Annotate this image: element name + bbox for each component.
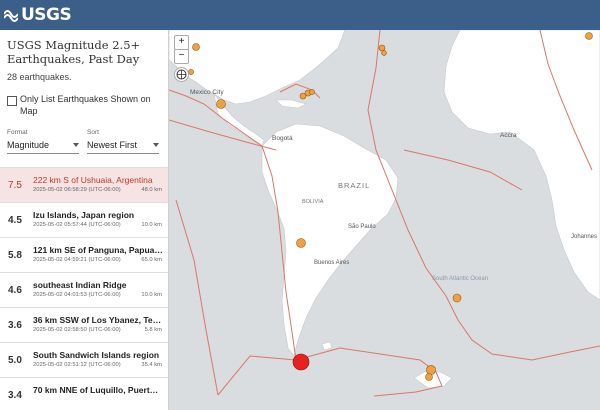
magnitude: 7.5 (8, 180, 22, 191)
earthquake-marker[interactable] (452, 293, 462, 303)
earthquake-row[interactable]: 5.0 South Sandwich Islands region 2025-0… (0, 343, 168, 378)
event-time: 2025-05-02 02:51:12 (UTC-06:00) (33, 362, 121, 368)
format-select[interactable]: Magnitude (7, 137, 79, 154)
magnitude: 5.8 (8, 250, 22, 261)
label-brazil: BRAZIL (338, 181, 370, 190)
app-header: USGS (0, 0, 600, 30)
sort-value: Newest First (87, 140, 138, 150)
earthquake-row[interactable]: 4.6 southeast Indian Ridge 2025-05-02 04… (0, 273, 168, 308)
magnitude: 3.6 (8, 320, 22, 331)
earthquake-row[interactable]: 3.4 70 km NNE of Luquillo, Puerto R… (0, 378, 168, 410)
label-sao-paulo: São Paulo (348, 224, 376, 230)
label-johannesburg: Johannes (571, 234, 597, 240)
only-list-label[interactable]: Only List Earthquakes Shown on Map (20, 93, 160, 117)
earthquake-marker[interactable] (425, 373, 433, 381)
chevron-down-icon (73, 143, 79, 147)
event-time: 2025-05-02 04:59:21 (UTC-06:00) (33, 257, 121, 263)
depth: 5.8 km (144, 327, 162, 333)
format-label: Format (7, 129, 28, 136)
zoom-out-button[interactable]: − (174, 49, 189, 64)
depth: 35.4 km (141, 362, 162, 368)
earthquake-marker[interactable] (192, 43, 200, 51)
location: 222 km S of Ushuaia, Argentina (33, 175, 153, 185)
earthquake-marker-major[interactable] (292, 353, 310, 371)
earthquake-marker[interactable] (381, 50, 387, 56)
earthquake-marker[interactable] (216, 99, 226, 109)
earthquake-marker[interactable] (296, 238, 306, 248)
only-list-checkbox[interactable] (7, 96, 17, 106)
location: Izu Islands, Japan region (33, 210, 135, 220)
magnitude: 5.0 (8, 355, 22, 366)
logo-text: USGS (21, 5, 72, 25)
label-bogota: Bogotá (272, 135, 293, 142)
magnitude: 4.5 (8, 215, 22, 226)
earthquake-marker[interactable] (426, 365, 436, 375)
event-time: 2025-05-02 02:58:50 (UTC-06:00) (33, 327, 121, 333)
page-title: USGS Magnitude 2.5+ Earthquakes, Past Da… (7, 38, 141, 66)
usgs-wave-icon (4, 10, 18, 22)
globe-icon-svg (176, 69, 187, 80)
magnitude: 4.6 (8, 285, 22, 296)
globe-icon[interactable] (174, 67, 189, 82)
location: South Sandwich Islands region (33, 350, 160, 360)
label-buenos-aires: Buenos Aires (314, 260, 349, 266)
location: southeast Indian Ridge (33, 280, 127, 290)
label-mexico-city: Mexico City (190, 89, 224, 96)
usgs-logo[interactable]: USGS (4, 4, 72, 26)
event-time: 2025-05-02 05:57:44 (UTC-06:00) (33, 222, 121, 228)
depth: 48.0 km (141, 187, 162, 193)
label-bolivia: BOLIVIA (302, 199, 324, 205)
sort-select[interactable]: Newest First (87, 137, 159, 154)
earthquake-marker[interactable] (188, 69, 194, 75)
earthquake-row[interactable]: 4.5 Izu Islands, Japan region 2025-05-02… (0, 203, 168, 238)
earthquake-list: 7.5 222 km S of Ushuaia, Argentina 2025-… (0, 167, 168, 410)
event-time: 2025-05-02 04:01:53 (UTC-06:00) (33, 292, 121, 298)
earthquake-row[interactable]: 5.8 121 km SE of Panguna, Papua … 2025-0… (0, 238, 168, 273)
earthquake-marker[interactable] (378, 44, 386, 52)
earthquake-count: 28 earthquakes. (7, 72, 72, 82)
depth: 10.0 km (141, 292, 162, 298)
sort-label: Sort (87, 129, 99, 136)
sidebar: USGS Magnitude 2.5+ Earthquakes, Past Da… (0, 30, 169, 410)
format-value: Magnitude (7, 140, 50, 150)
location: 70 km NNE of Luquillo, Puerto R… (33, 385, 163, 395)
map-view[interactable]: Mexico City Bogotá BRAZIL BOLIVIA São Pa… (169, 30, 600, 410)
location: 36 km SSW of Los Ybanez, Texas (33, 315, 163, 325)
label-accra: Accra (500, 132, 517, 139)
earthquake-row[interactable]: 3.6 36 km SSW of Los Ybanez, Texas 2025-… (0, 308, 168, 343)
event-time: 2025-05-02 06:58:29 (UTC-06:00) (33, 187, 121, 193)
earthquake-marker[interactable] (309, 89, 315, 95)
magnitude: 3.4 (8, 390, 22, 401)
location: 121 km SE of Panguna, Papua … (33, 245, 163, 255)
earthquake-row[interactable]: 7.5 222 km S of Ushuaia, Argentina 2025-… (0, 168, 168, 203)
depth: 10.0 km (141, 222, 162, 228)
label-south-atlantic: South Atlantic Ocean (432, 276, 488, 282)
depth: 65.0 km (141, 257, 162, 263)
chevron-down-icon (153, 143, 159, 147)
earthquake-marker[interactable] (585, 32, 593, 40)
zoom-in-button[interactable]: + (174, 35, 189, 50)
